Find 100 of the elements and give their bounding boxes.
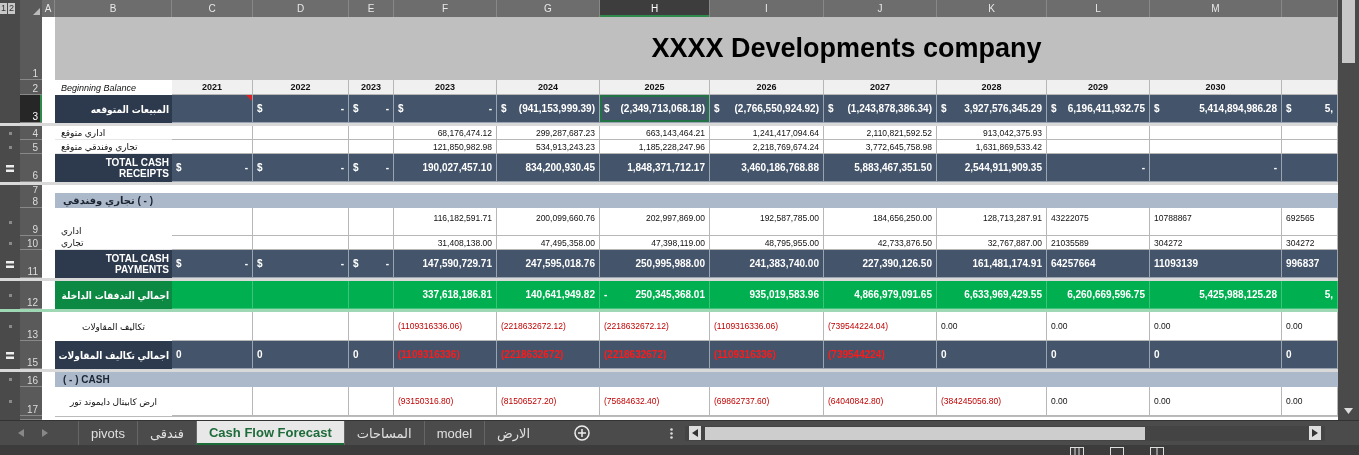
row-label: اداري متوقع	[55, 126, 172, 140]
more-icon[interactable]	[670, 427, 674, 439]
table-cell: -	[1047, 154, 1150, 182]
sheet-title: XXXX Developments company	[651, 33, 1042, 64]
table-cell: 2025	[600, 80, 710, 95]
table-cell: 0	[349, 341, 394, 369]
table-cell: 913,042,375.93	[937, 126, 1047, 140]
cell-value: -	[340, 162, 344, 173]
collapse-bar-icon[interactable]	[6, 260, 14, 268]
table-cell: (1109316336)	[710, 341, 824, 369]
row-label: Beginning Balance	[60, 81, 138, 95]
cell-value: 6,196,411,932.75	[1067, 103, 1145, 114]
table-cell: 2029	[1047, 80, 1150, 95]
normal-view-icon[interactable]	[1070, 447, 1084, 455]
table-cell: 6,633,969,429.55	[937, 281, 1047, 309]
row-number[interactable]: 11	[27, 266, 38, 277]
table-cell: 64257664	[1047, 250, 1150, 278]
cell-value: 3,927,576,345.29	[964, 103, 1042, 114]
collapse-bar-icon[interactable]	[6, 351, 14, 359]
currency-sign: $	[257, 258, 263, 269]
currency-sign: $	[257, 103, 263, 114]
previous-sheet-icon[interactable]	[18, 429, 24, 437]
currency-sign: $	[604, 103, 610, 114]
cell-value: (1,243,878,386.34)	[847, 103, 932, 114]
scroll-thumb[interactable]	[1342, 0, 1355, 63]
table-cell: 250,995,988.00	[600, 250, 710, 278]
row-number[interactable]: 6	[32, 170, 38, 181]
cell-value: (2,349,713,068.18)	[620, 103, 705, 114]
scroll-right-icon[interactable]	[1309, 426, 1322, 440]
currency-sign: $	[353, 258, 359, 269]
table-cell: 2,544,911,909.35	[937, 154, 1047, 182]
currency-sign: $	[176, 162, 182, 173]
table-cell: 200,099,660.76	[497, 208, 600, 236]
row-header: اجمالي تكاليف المقاولات	[55, 341, 172, 369]
row-number[interactable]: 9	[32, 224, 38, 235]
table-cell: 0	[172, 341, 253, 369]
table-cell: 3,460,186,768.88	[710, 154, 824, 182]
currency-sign: $	[176, 258, 182, 269]
outline-level-button[interactable]: 2	[8, 3, 16, 14]
table-cell: 192,587,785.00	[710, 208, 824, 236]
cell-value: -	[340, 258, 344, 269]
horizontal-scrollbar[interactable]	[685, 425, 1326, 441]
row-number[interactable]: 1	[32, 68, 38, 79]
table-cell: 2,110,821,592.52	[824, 126, 937, 140]
table-cell	[349, 208, 394, 236]
cell-value: 5,414,894,986.28	[1199, 103, 1277, 114]
page-layout-icon[interactable]	[1110, 447, 1124, 455]
currency-sign: $	[353, 162, 359, 173]
table-cell: (1109316336)	[394, 341, 497, 369]
cell-value: -	[385, 258, 389, 269]
cell-value: (941,153,999.39)	[518, 103, 595, 114]
scroll-thumb[interactable]	[705, 426, 1146, 440]
section-title: تجاري وفندقي ( - )	[63, 195, 154, 206]
sheet-tab[interactable]: Cash Flow Forecast	[196, 421, 344, 445]
table-cell: 202,997,869.00	[600, 208, 710, 236]
cell-value: -	[385, 162, 389, 173]
table-cell: -	[1150, 154, 1282, 182]
select-all-icon[interactable]	[33, 8, 40, 15]
table-cell: 184,656,250.00	[824, 208, 937, 236]
table-cell: 0	[937, 341, 1047, 369]
table-cell: 299,287,687.23	[497, 126, 600, 140]
cell-value: 5,	[1324, 103, 1333, 114]
currency-sign: $	[1154, 103, 1160, 114]
cell-value: -	[340, 103, 344, 114]
table-cell	[349, 281, 394, 309]
cell-value: -	[385, 103, 389, 114]
scroll-down-icon[interactable]	[1344, 408, 1353, 414]
currency-sign: -	[604, 289, 608, 300]
column-header[interactable]: H	[600, 0, 710, 17]
row-number[interactable]: 3	[32, 111, 38, 122]
currency-sign: $	[714, 103, 720, 114]
row-label: اداري	[60, 225, 83, 236]
currency-sign: $	[257, 162, 263, 173]
table-cell: 4,866,979,091.65	[824, 281, 937, 309]
table-cell: 5,883,467,351.50	[824, 154, 937, 182]
table-cell: 2024	[497, 80, 600, 95]
currency-sign: $	[353, 103, 359, 114]
next-sheet-icon[interactable]	[42, 429, 48, 437]
row-number[interactable]: 8	[32, 196, 38, 207]
table-cell: 834,200,930.45	[497, 154, 600, 182]
table-cell: 2023	[394, 80, 497, 95]
table-cell: 241,383,740.00	[710, 250, 824, 278]
row-header: اجمالي التدفقات الداخلة	[55, 281, 172, 309]
add-sheet-icon[interactable]	[574, 425, 591, 441]
table-cell: (2218632672)	[600, 341, 710, 369]
scroll-left-icon[interactable]	[689, 426, 702, 440]
row-number[interactable]: 2	[32, 83, 38, 94]
table-cell: 2030	[1150, 80, 1282, 95]
table-cell: 10788867	[1150, 208, 1282, 236]
table-cell: 116,182,591.71	[394, 208, 497, 236]
table-cell: 2022	[253, 80, 349, 95]
cell-value: 250,345,368.01	[635, 289, 705, 300]
table-cell: 247,595,018.76	[497, 250, 600, 278]
table-cell: 2028	[937, 80, 1047, 95]
currency-sign: $	[941, 103, 947, 114]
outline-level-button[interactable]: 1	[0, 3, 7, 14]
table-cell: 935,019,583.96	[710, 281, 824, 309]
collapse-bar-icon[interactable]	[6, 164, 14, 172]
table-cell: 190,027,457.10	[394, 154, 497, 182]
page-break-icon[interactable]	[1150, 447, 1164, 455]
